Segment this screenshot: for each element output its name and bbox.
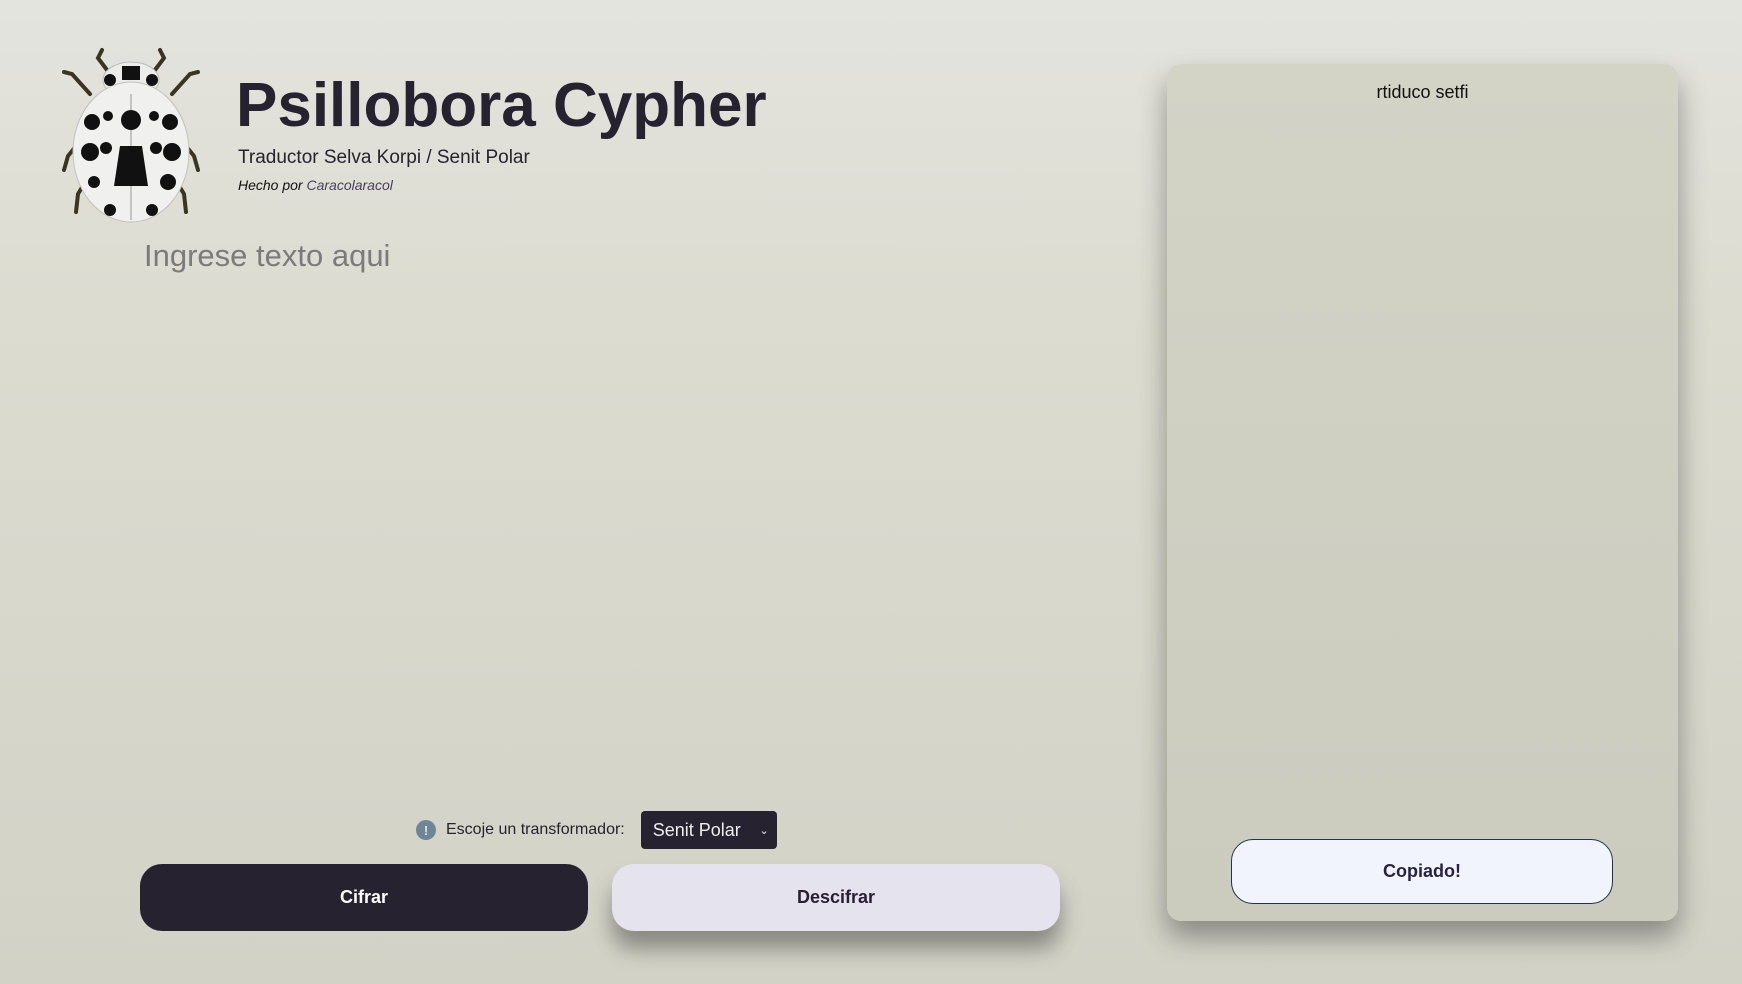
author-link[interactable]: Caracolaracol <box>306 177 392 193</box>
copy-button[interactable]: Copiado! <box>1231 839 1613 904</box>
credit-prefix: Hecho por <box>238 177 303 193</box>
credit-line: Hecho por Caracolaracol <box>238 177 393 193</box>
output-panel: rtiduco setfi Copiado! <box>1167 64 1678 921</box>
info-icon[interactable]: ! <box>416 820 436 840</box>
ladybug-logo <box>62 48 200 223</box>
transformer-selected-value: Senit Polar <box>652 819 741 840</box>
transformer-label: Escoje un transformador: <box>446 821 625 838</box>
transformer-select[interactable]: Senit Polar ⌄ <box>640 811 777 849</box>
page-subtitle: Traductor Selva Korpi / Senit Polar <box>238 147 530 168</box>
output-text: rtiduco setfi <box>1376 82 1469 102</box>
text-input[interactable] <box>142 236 1046 780</box>
transformer-selector-row: ! Escoje un transformador: Senit Polar ⌄ <box>416 811 777 849</box>
page-title: Psillobora Cypher <box>236 71 767 140</box>
encrypt-button[interactable]: Cifrar <box>140 864 588 931</box>
decrypt-button[interactable]: Descifrar <box>612 864 1060 931</box>
chevron-down-icon: ⌄ <box>759 824 769 837</box>
